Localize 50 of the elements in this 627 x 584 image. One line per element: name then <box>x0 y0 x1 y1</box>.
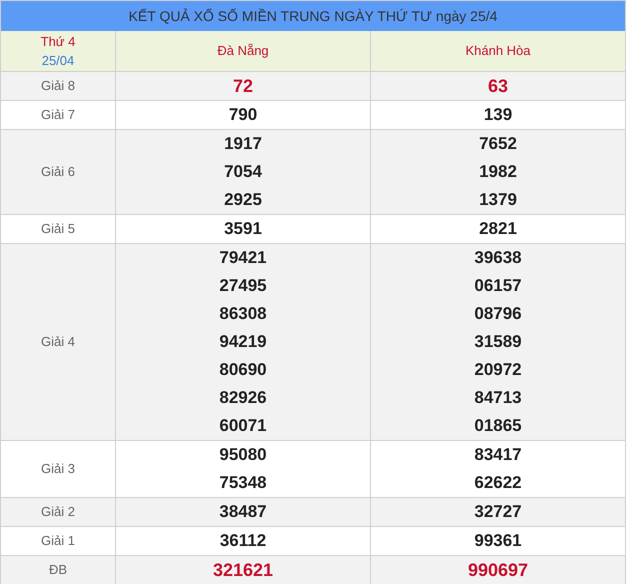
result-number: 321621 <box>212 559 274 582</box>
prize-label: Giải 8 <box>41 77 75 96</box>
result-number: 60071 <box>219 415 267 437</box>
result-number: 1917 <box>224 133 262 155</box>
prize-label: Giải 6 <box>41 163 75 182</box>
prize-label: Giải 2 <box>41 503 75 522</box>
result-number: 82926 <box>219 387 267 409</box>
result-number: 80690 <box>219 359 267 381</box>
prize-label: Giải 7 <box>41 106 75 124</box>
result-number: 38487 <box>219 501 267 523</box>
prize-label: Giải 1 <box>41 532 75 550</box>
result-number: 7054 <box>224 161 262 183</box>
result-number: 1379 <box>479 189 517 211</box>
result-number: 31589 <box>474 331 522 353</box>
result-number: 20972 <box>474 359 522 381</box>
result-number: 01865 <box>474 415 522 437</box>
result-number: 72 <box>232 75 254 98</box>
result-number: 7652 <box>479 133 517 155</box>
prize-label: Giải 4 <box>41 333 75 352</box>
result-number: 3591 <box>224 218 262 240</box>
result-number: 83417 <box>474 444 522 466</box>
result-number: 94219 <box>219 331 267 353</box>
result-number: 08796 <box>474 303 522 325</box>
province-heading: Khánh Hòa <box>465 42 531 60</box>
result-number: 99361 <box>474 530 522 552</box>
result-number: 27495 <box>219 275 267 297</box>
result-number: 2925 <box>224 189 262 211</box>
date-label: 25/04 <box>42 52 74 70</box>
result-number: 79421 <box>219 247 267 269</box>
result-number: 1982 <box>479 161 517 183</box>
result-number: 75348 <box>219 472 267 494</box>
result-number: 86308 <box>219 303 267 325</box>
prize-label: Giải 3 <box>41 460 75 478</box>
prize-label: Giải 5 <box>41 220 75 238</box>
table-title: KẾT QUẢ XỔ SỐ MIỀN TRUNG NGÀY THỨ TƯ ngày 25/4 <box>1 1 625 31</box>
result-number: 39638 <box>474 247 522 269</box>
result-number: 790 <box>228 104 258 126</box>
weekday-label: Thứ 4 <box>40 33 76 51</box>
province-heading: Đà Nẵng <box>217 42 269 60</box>
result-number: 84713 <box>474 387 522 409</box>
result-number: 95080 <box>219 444 267 466</box>
result-number: 36112 <box>220 530 266 552</box>
result-number: 32727 <box>474 501 522 523</box>
result-number: 139 <box>484 104 512 126</box>
result-number: 06157 <box>474 275 522 297</box>
result-number: 990697 <box>468 559 528 582</box>
result-number: 2821 <box>479 218 517 240</box>
result-number: 62622 <box>474 472 522 494</box>
prize-label: ĐB <box>48 561 68 580</box>
result-number: 63 <box>488 75 508 98</box>
